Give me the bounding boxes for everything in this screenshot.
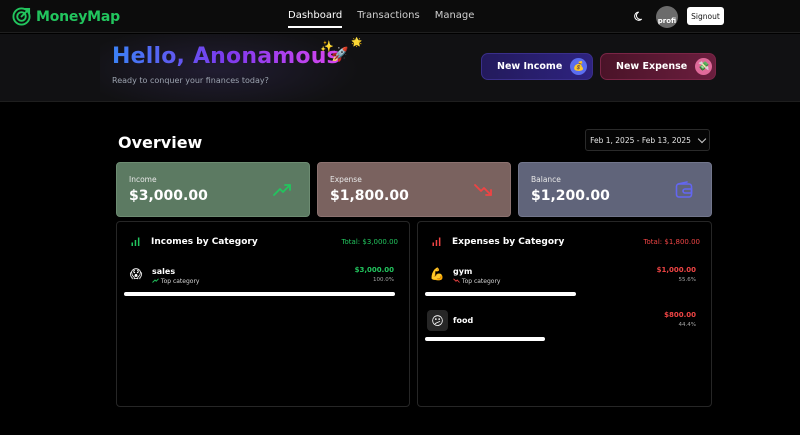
balance-card: Balance $1,200.00 [518, 162, 712, 217]
trending-up-icon [273, 184, 291, 196]
category-amount: $800.00 [664, 311, 696, 319]
trending-up-icon [152, 278, 159, 283]
category-name: gym [453, 267, 473, 276]
category-name: sales [152, 267, 176, 276]
money-wings-icon: 💸 [695, 58, 713, 75]
income-card: Income $3,000.00 [116, 162, 310, 217]
category-emoji: 😱 [129, 267, 143, 281]
app-logo[interactable]: MoneyMap [12, 7, 120, 26]
main-nav: Dashboard Transactions Manage [288, 10, 474, 28]
incomes-by-category-panel: Incomes by Category Total: $3,000.00 😱 s… [116, 221, 410, 407]
bar-chart-icon [131, 237, 140, 246]
signout-button[interactable]: Signout [687, 7, 724, 25]
trending-down-icon [474, 184, 492, 196]
expenses-panel-total: Total: $1,800.00 [643, 238, 700, 246]
app-name: MoneyMap [36, 8, 120, 25]
incomes-panel-title: Incomes by Category [151, 237, 258, 247]
trending-down-icon [453, 278, 460, 283]
new-income-button[interactable]: New Income 💰 [481, 53, 593, 80]
chevron-down-icon [697, 134, 707, 143]
greeting-subtitle: Ready to conquer your finances today? [112, 76, 269, 85]
incomes-panel-header: Incomes by Category Total: $3,000.00 [117, 222, 409, 262]
new-expense-button[interactable]: New Expense 💸 [600, 53, 716, 80]
greeting-title: Hello, Anonamous [112, 44, 340, 69]
expenses-panel-header: Expenses by Category Total: $1,800.00 [418, 222, 711, 262]
category-percent: 55.6% [678, 277, 696, 283]
date-range-text: Feb 1, 2025 - Feb 13, 2025 [590, 135, 691, 145]
top-category-label: Top category [160, 278, 200, 285]
navbar: MoneyMap Dashboard Transactions Manage p… [0, 0, 800, 33]
nav-transactions[interactable]: Transactions [357, 10, 419, 28]
rocket-icon: 🚀 [331, 47, 349, 63]
avatar[interactable]: profi [656, 6, 678, 28]
nav-dashboard[interactable]: Dashboard [288, 10, 343, 28]
top-category-label: Top category [461, 278, 501, 285]
date-range-picker[interactable]: Feb 1, 2025 - Feb 13, 2025 [585, 129, 710, 151]
hero-banner: Hello, Anonamous ✨ 🚀 🌟 Ready to conquer … [0, 34, 800, 102]
new-expense-label: New Expense [616, 61, 688, 72]
wallet-icon [675, 181, 693, 198]
expenses-by-category-panel: Expenses by Category Total: $1,800.00 💪 … [417, 221, 712, 407]
top-category-tag: Top category [152, 278, 199, 285]
overview-title: Overview [118, 133, 203, 152]
new-income-label: New Income [497, 61, 563, 72]
category-emoji: 💪 [429, 267, 445, 281]
category-progress-bar [425, 292, 576, 296]
category-name: food [453, 316, 474, 325]
nav-manage[interactable]: Manage [435, 10, 475, 28]
moon-icon[interactable] [634, 11, 645, 22]
logo-icon [12, 7, 31, 26]
avatar-text: profi [657, 17, 677, 25]
star-icon: 🌟 [351, 38, 363, 48]
category-progress-bar [425, 337, 545, 341]
top-category-tag: Top category [453, 278, 500, 285]
category-progress-bar [124, 292, 395, 296]
bar-chart-icon [432, 237, 441, 246]
expenses-panel-title: Expenses by Category [452, 237, 565, 247]
money-bag-icon: 💰 [570, 58, 588, 75]
category-amount: $3,000.00 [354, 266, 394, 274]
category-amount: $1,000.00 [656, 266, 696, 274]
incomes-panel-total: Total: $3,000.00 [341, 238, 398, 246]
category-percent: 44.4% [678, 322, 696, 328]
category-emoji: 😕 [427, 310, 448, 331]
expense-card: Expense $1,800.00 [317, 162, 511, 217]
category-percent: 100.0% [373, 277, 394, 283]
